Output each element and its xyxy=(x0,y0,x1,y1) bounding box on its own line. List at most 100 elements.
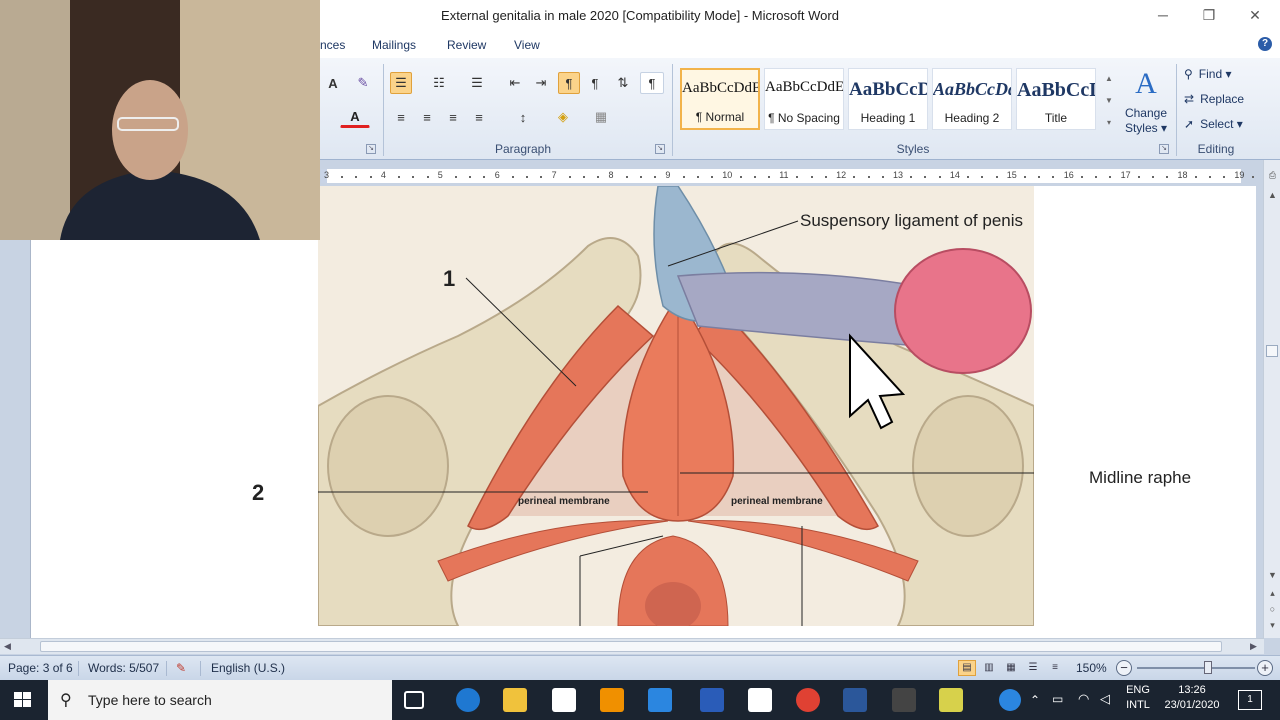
help-icon[interactable]: ? xyxy=(1258,37,1272,51)
styles-scroll-up-button[interactable]: ▲ xyxy=(1101,68,1117,88)
ltr-button[interactable]: ¶ xyxy=(558,72,580,94)
grow-font-button[interactable]: A xyxy=(322,72,344,94)
vertical-scrollbar[interactable]: ⎙ ▲ ▼ ▴ ○ ▾ xyxy=(1263,160,1280,638)
justify-button[interactable]: ≡ xyxy=(468,106,490,128)
ruler-tick xyxy=(355,176,358,178)
notifications-icon[interactable]: 1 xyxy=(1238,690,1262,710)
full-screen-reading-button[interactable]: ▥ xyxy=(980,660,998,676)
horizontal-ruler[interactable]: 3 4 5 6 7 8 9 10 11 12 13 14 15 16 17 18 19 xyxy=(320,168,1268,184)
bullets-button[interactable]: ☰ xyxy=(390,72,412,94)
scroll-up-icon[interactable]: ▲ xyxy=(1267,190,1278,201)
styles-more-button[interactable]: ▾ xyxy=(1101,112,1117,132)
select-button[interactable]: ➚ Select ▾ xyxy=(1184,117,1243,131)
style-no-spacing[interactable]: AaBbCcDdEe ¶ No Spacing xyxy=(764,68,844,130)
wifi-icon[interactable]: ◠ xyxy=(1078,691,1089,707)
clear-format-icon: ✎ xyxy=(357,75,369,90)
font-launcher-icon[interactable]: ↘ xyxy=(366,144,376,154)
zoom-out-button[interactable]: − xyxy=(1116,660,1132,676)
ruler-tick xyxy=(540,176,543,178)
style-heading-2[interactable]: AaBbCcDdEe Heading 2 xyxy=(932,68,1012,130)
decrease-indent-button[interactable]: ⇤ xyxy=(504,72,526,94)
tray-chevron-icon[interactable]: ⌃ xyxy=(1030,693,1040,707)
zoom-slider-thumb[interactable] xyxy=(1203,661,1212,674)
zoom-in-button[interactable]: + xyxy=(1257,660,1273,676)
align-left-button[interactable]: ≡ xyxy=(390,106,412,128)
restore-button[interactable]: ❐ xyxy=(1186,4,1232,26)
style-title[interactable]: AaBbCcDdEe Title xyxy=(1016,68,1096,130)
scroll-thumb[interactable] xyxy=(40,641,1222,652)
minimize-button[interactable]: ─ xyxy=(1140,4,1186,26)
next-page-icon[interactable]: ▾ xyxy=(1267,620,1278,631)
mail-icon[interactable] xyxy=(748,688,772,712)
outline-button[interactable]: ☰ xyxy=(1024,660,1042,676)
shading-button[interactable]: ◈ xyxy=(548,106,578,128)
help-tray-icon[interactable] xyxy=(999,689,1021,711)
tab-view[interactable]: View xyxy=(514,38,540,52)
style-heading-1[interactable]: AaBbCcDdEe Heading 1 xyxy=(848,68,928,130)
battery-icon[interactable]: ▭ xyxy=(1052,692,1063,706)
clock[interactable]: 13:26 23/01/2020 xyxy=(1160,684,1224,711)
multilevel-list-button[interactable]: ☰ xyxy=(466,72,488,94)
line-spacing-button[interactable]: ↕ xyxy=(508,106,538,128)
align-right-button[interactable]: ≡ xyxy=(442,106,464,128)
file-explorer-icon[interactable] xyxy=(503,688,527,712)
styles-scroll-down-button[interactable]: ▼ xyxy=(1101,90,1117,110)
scroll-right-icon[interactable]: ▶ xyxy=(1250,641,1257,652)
ruler-tick xyxy=(824,176,827,178)
increase-indent-button[interactable]: ⇥ xyxy=(530,72,552,94)
amazon-icon[interactable] xyxy=(552,688,576,712)
store-icon[interactable] xyxy=(600,688,624,712)
font-color-button[interactable]: A xyxy=(340,106,370,128)
sort-button[interactable]: ⇅ xyxy=(612,72,634,94)
previous-page-icon[interactable]: ▴ xyxy=(1267,588,1278,599)
change-styles-button[interactable]: A xyxy=(1124,66,1168,102)
tab-review[interactable]: Review xyxy=(447,38,486,52)
replace-button[interactable]: ⇄ Replace xyxy=(1184,92,1244,106)
close-button[interactable]: ✕ xyxy=(1232,4,1278,26)
horizontal-scrollbar[interactable]: ◀ ▶ xyxy=(0,638,1264,654)
tab-references[interactable]: nces xyxy=(320,38,345,52)
chrome-icon[interactable] xyxy=(796,688,820,712)
zoom-level[interactable]: 150% xyxy=(1076,661,1107,675)
scroll-down-icon[interactable]: ▼ xyxy=(1267,570,1278,581)
keyboard-language[interactable]: ENG INTL xyxy=(1122,684,1154,711)
language[interactable]: English (U.S.) xyxy=(211,661,285,675)
show-marks-button[interactable]: ¶ xyxy=(640,72,664,94)
draft-button[interactable]: ≡ xyxy=(1046,660,1064,676)
anatomy-figure[interactable] xyxy=(268,185,1035,630)
app-icon[interactable] xyxy=(700,688,724,712)
ruler-number: 15 xyxy=(1006,170,1017,180)
change-styles-label[interactable]: Change Styles ▾ xyxy=(1120,106,1172,136)
word-icon[interactable] xyxy=(843,688,867,712)
notes-icon[interactable] xyxy=(939,688,963,712)
increase-indent-icon: ⇥ xyxy=(535,75,547,90)
tab-mailings[interactable]: Mailings xyxy=(372,38,416,52)
dropbox-icon[interactable] xyxy=(648,688,672,712)
style-normal[interactable]: AaBbCcDdEe ¶ Normal xyxy=(680,68,760,130)
rtl-button[interactable]: ¶ xyxy=(584,72,606,94)
paragraph-group-label: Paragraph xyxy=(494,142,552,156)
page-count[interactable]: Page: 3 of 6 xyxy=(8,661,73,675)
taskbar-search[interactable]: ⚲ Type here to search xyxy=(48,680,392,720)
paragraph-launcher-icon[interactable]: ↘ xyxy=(655,144,665,154)
scroll-thumb[interactable] xyxy=(1266,345,1278,357)
styles-launcher-icon[interactable]: ↘ xyxy=(1159,144,1169,154)
clear-format-button[interactable]: ✎ xyxy=(352,72,374,94)
word-count[interactable]: Words: 5/507 xyxy=(88,661,159,675)
edge-icon[interactable] xyxy=(456,688,480,712)
find-button[interactable]: ⚲ Find ▾ xyxy=(1184,67,1232,81)
task-view-icon[interactable] xyxy=(404,691,424,709)
windows-start-icon[interactable] xyxy=(14,692,32,708)
proofing-icon[interactable]: ✎ xyxy=(176,661,186,675)
browse-object-icon[interactable]: ○ xyxy=(1267,604,1278,615)
volume-icon[interactable]: ◁ xyxy=(1100,691,1110,707)
numbering-button[interactable]: ☷ xyxy=(428,72,450,94)
zoom-slider-track[interactable] xyxy=(1137,667,1255,669)
view-ruler-icon[interactable]: ⎙ xyxy=(1267,170,1278,181)
borders-button[interactable]: ▦ xyxy=(586,106,616,128)
web-layout-button[interactable]: ▦ xyxy=(1002,660,1020,676)
scroll-left-icon[interactable]: ◀ xyxy=(4,641,11,652)
camera-app-icon[interactable] xyxy=(892,688,916,712)
align-center-button[interactable]: ≡ xyxy=(416,106,438,128)
print-layout-button[interactable]: ▤ xyxy=(958,660,976,676)
